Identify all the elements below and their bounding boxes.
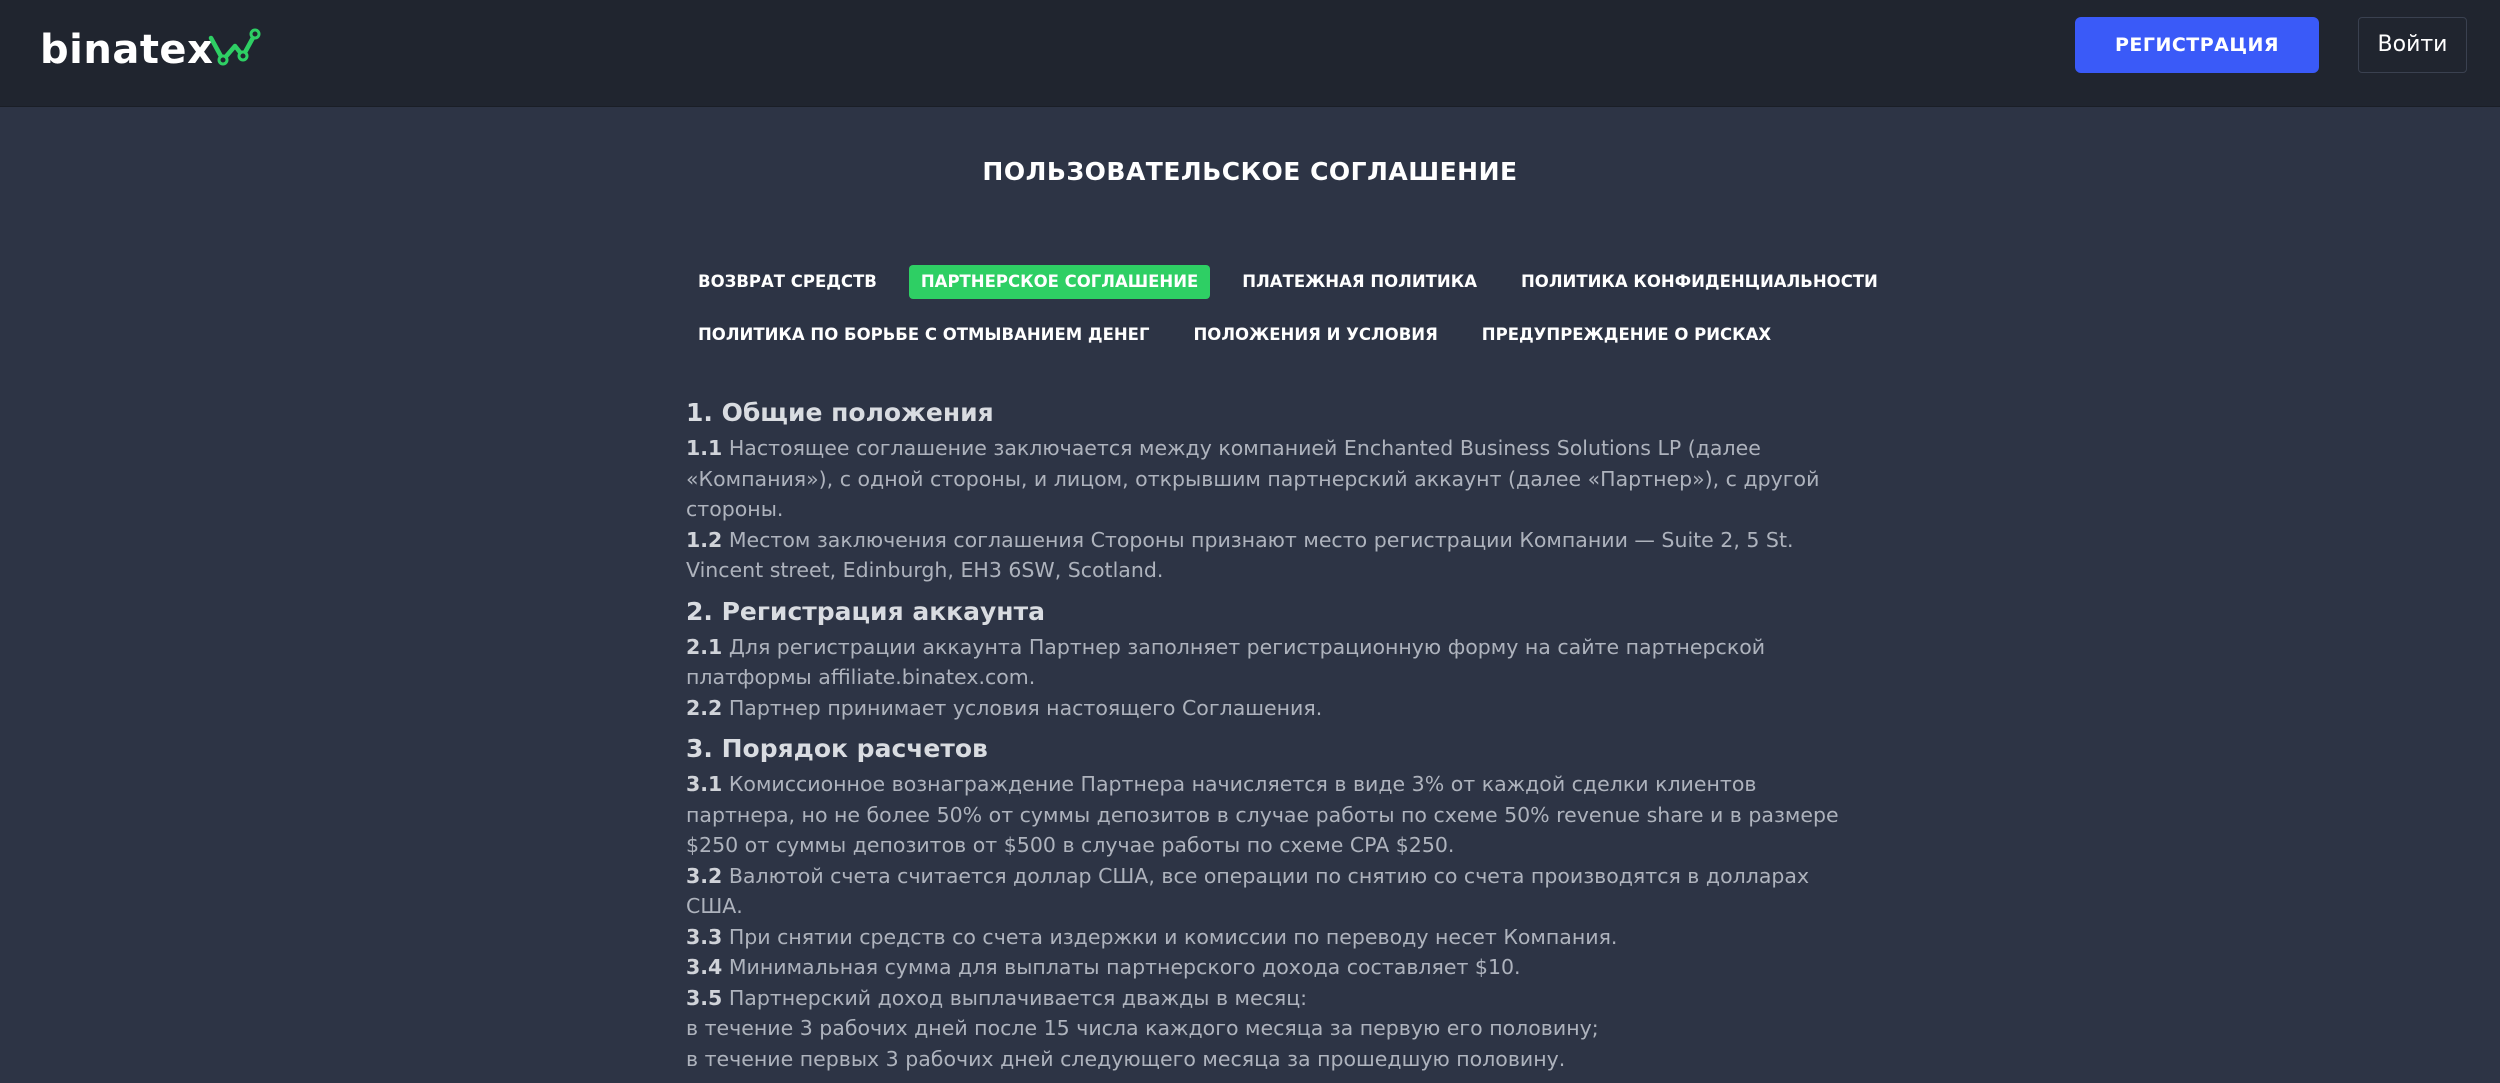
section-title: 2. Регистрация аккаунта [686, 596, 1045, 626]
clause-text: Валютой счета считается доллар США, все … [686, 863, 1810, 919]
tab-risk-warning[interactable]: ПРЕДУПРЕЖДЕНИЕ О РИСКАХ [1470, 318, 1783, 352]
section-title: 3. Порядок расчетов [686, 734, 988, 763]
agreement-content: 1. Общие положения 1.1 Настоящее соглаше… [686, 393, 1856, 1074]
clause: 1.2 Местом заключения соглашения Стороны… [686, 525, 1856, 586]
clause-number: 2.2 [686, 695, 723, 720]
tab-terms-conditions[interactable]: ПОЛОЖЕНИЯ И УСЛОВИЯ [1181, 318, 1449, 352]
login-button[interactable]: Войти [2358, 17, 2467, 73]
tab-row-1: ВОЗВРАТ СРЕДСТВ ПАРТНЕРСКОЕ СОГЛАШЕНИЕ П… [686, 264, 1878, 300]
clause-number: 1.1 [686, 436, 723, 460]
clause: 3.5 Партнерский доход выплачивается дваж… [686, 983, 1856, 1014]
clause-number: 3.2 [686, 863, 723, 888]
tab-affiliate-agreement[interactable]: ПАРТНЕРСКОЕ СОГЛАШЕНИЕ [908, 265, 1211, 299]
page-title: ПОЛЬЗОВАТЕЛЬСКОЕ СОГЛАШЕНИЕ [982, 157, 1518, 186]
clause: 3.3 При снятии средств со счета издержки… [686, 922, 1856, 953]
clause-number: 3.4 [686, 955, 723, 979]
clause-line: в течение 3 рабочих дней после 15 числа … [686, 1016, 1599, 1040]
register-button[interactable]: РЕГИСТРАЦИЯ [2075, 17, 2319, 73]
clause: 2.1 Для регистрации аккаунта Партнер зап… [686, 632, 1856, 693]
policy-tabs: ВОЗВРАТ СРЕДСТВ ПАРТНЕРСКОЕ СОГЛАШЕНИЕ П… [686, 264, 1878, 370]
clause-text: Настоящее соглашение заключается между к… [686, 436, 1820, 521]
logo-chart-icon [209, 28, 261, 66]
clause-number: 1.2 [686, 527, 723, 552]
clause-text: Для регистрации аккаунта Партнер заполня… [686, 634, 1766, 690]
site-header: binatex РЕГИСТРАЦИЯ Войти [0, 0, 2500, 107]
clause: 3.2 Валютой счета считается доллар США, … [686, 861, 1856, 922]
clause-number: 3.1 [686, 772, 723, 796]
clause-text: При снятии средств со счета издержки и к… [722, 924, 1618, 949]
clause-text: Местом заключения соглашения Стороны при… [686, 527, 1794, 583]
clause-text: Минимальная сумма для выплаты партнерско… [722, 955, 1521, 979]
clause-number: 3.5 [686, 985, 723, 1010]
clause: 2.2 Партнер принимает условия настоящего… [686, 693, 1856, 724]
clause: 3.1 Комиссионное вознаграждение Партнера… [686, 769, 1856, 861]
clause-text: Партнер принимает условия настоящего Сог… [722, 695, 1323, 720]
section-title: 1. Общие положения [686, 398, 994, 427]
logo-text: binatex [40, 27, 214, 73]
tab-privacy-policy[interactable]: ПОЛИТИКА КОНФИДЕНЦИАЛЬНОСТИ [1509, 265, 1890, 299]
clause-number: 2.1 [686, 634, 723, 659]
tab-payment-policy[interactable]: ПЛАТЕЖНАЯ ПОЛИТИКА [1230, 265, 1489, 299]
tab-refund[interactable]: ВОЗВРАТ СРЕДСТВ [686, 265, 889, 299]
clause: 1.1 Настоящее соглашение заключается меж… [686, 433, 1856, 525]
clause: 3.4 Минимальная сумма для выплаты партне… [686, 952, 1856, 983]
logo[interactable]: binatex [40, 20, 261, 80]
clause-line: в течение первых 3 рабочих дней следующе… [686, 1046, 1566, 1071]
tab-aml-policy[interactable]: ПОЛИТИКА ПО БОРЬБЕ С ОТМЫВАНИЕМ ДЕНЕГ [686, 318, 1161, 352]
tab-row-2: ПОЛИТИКА ПО БОРЬБЕ С ОТМЫВАНИЕМ ДЕНЕГ ПО… [686, 317, 1836, 353]
clause-number: 3.3 [686, 924, 723, 949]
clause-text: Комиссионное вознаграждение Партнера нач… [686, 772, 1839, 857]
clause-text: Партнерский доход выплачивается дважды в… [722, 985, 1308, 1010]
